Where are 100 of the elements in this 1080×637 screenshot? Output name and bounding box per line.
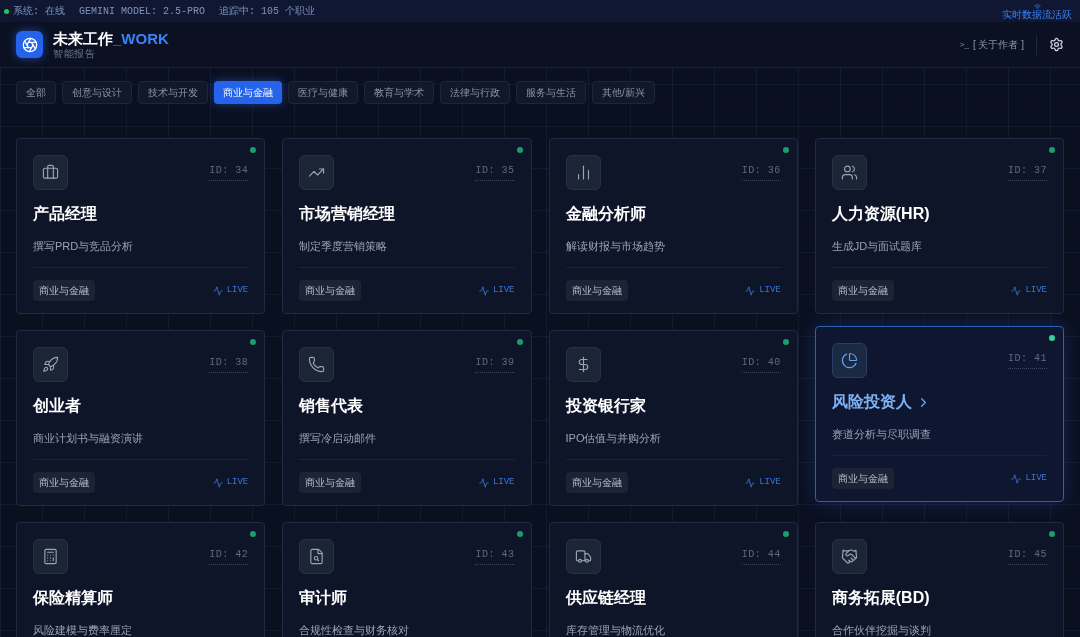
job-card[interactable]: ID: 38 创业者 商业计划书与融资演讲 商业与金融 LIVE	[16, 330, 266, 506]
category-tag: 商业与金融	[565, 280, 628, 301]
card-id: ID: 42	[209, 547, 249, 565]
card-title: 金融分析师	[565, 204, 646, 224]
job-card[interactable]: ID: 34 产品经理 撰写PRD与竞品分析 商业与金融 LIVE	[16, 138, 266, 314]
card-title: 审计师	[299, 588, 348, 608]
live-label: LIVE	[492, 475, 515, 489]
category-tab[interactable]: 医疗与健康	[288, 81, 358, 104]
job-card[interactable]: ID: 36 金融分析师 解读财报与市场趋势 商业与金融 LIVE	[548, 138, 798, 314]
job-card[interactable]: ID: 40 投资银行家 IPO估值与并购分析 商业与金融 LIVE	[548, 330, 798, 506]
card-id: ID: 38	[209, 355, 249, 373]
category-tab[interactable]: 全部	[16, 81, 56, 104]
card-description: 生成JD与面试题库	[831, 239, 924, 254]
about-author-link[interactable]: >_ [ 关于作者 ]	[959, 37, 1024, 52]
card-title: 供应链经理	[565, 588, 646, 608]
aperture-icon	[21, 36, 38, 53]
job-card[interactable]: ID: 37 人力资源(HR) 生成JD与面试题库 商业与金融 LIVE	[814, 138, 1064, 314]
live-label: LIVE	[759, 283, 781, 297]
card-id: ID: 37	[1008, 163, 1047, 181]
stream-status: 实时数据流活跃	[1002, 9, 1072, 20]
card-title: 投资银行家	[565, 396, 646, 416]
app-subtitle: 智能报告	[53, 48, 96, 59]
card-description: 合作伙伴挖掘与谈判	[831, 623, 932, 637]
pulse-icon	[478, 477, 489, 488]
category-tag: 商业与金融	[33, 280, 95, 301]
category-tag: 商业与金融	[831, 280, 894, 301]
category-tab[interactable]: 其他/新兴	[592, 81, 655, 104]
card-title: 创业者	[33, 396, 81, 416]
pulse-icon	[1011, 473, 1022, 484]
card-id: ID: 35	[475, 163, 515, 181]
card-id: ID: 34	[209, 163, 249, 181]
category-tab[interactable]: 创意与设计	[62, 81, 132, 104]
status-text: 追踪中: 105 个职业	[219, 4, 316, 19]
card-id: ID: 41	[1008, 351, 1047, 369]
file-search-icon	[308, 548, 326, 565]
wifi-icon	[1033, 2, 1041, 10]
job-card[interactable]: ID: 35 市场营销经理 制定季度营销策略 商业与金融 LIVE	[282, 138, 532, 314]
live-label: LIVE	[226, 283, 249, 297]
card-description: 库存管理与物流优化	[565, 623, 666, 637]
users-icon	[840, 164, 858, 181]
card-title: 人力资源(HR)	[831, 204, 930, 224]
job-card[interactable]: ID: 45 商务拓展(BD) 合作伙伴挖掘与谈判	[814, 522, 1064, 637]
card-id: ID: 43	[475, 547, 515, 565]
status-text: GEMINI MODEL: 2.5-PRO	[79, 4, 206, 19]
category-tag: 商业与金融	[565, 472, 628, 493]
card-title: 风险投资人	[831, 392, 912, 412]
category-tab[interactable]: 商业与金融	[214, 81, 282, 104]
category-tag: 商业与金融	[299, 472, 362, 493]
card-id: ID: 36	[741, 163, 781, 181]
settings-icon[interactable]	[1049, 37, 1064, 52]
live-label: LIVE	[1025, 471, 1047, 485]
live-label: LIVE	[759, 475, 781, 489]
card-description: 风险建模与费率厘定	[33, 623, 133, 637]
category-tab[interactable]: 技术与开发	[138, 81, 208, 104]
card-description: IPO估值与并购分析	[565, 431, 663, 446]
category-tag: 商业与金融	[33, 472, 95, 493]
rocket-icon	[42, 356, 59, 373]
card-id: ID: 40	[741, 355, 781, 373]
pulse-icon	[745, 285, 756, 296]
pie-chart-icon	[840, 352, 858, 369]
card-title: 市场营销经理	[299, 204, 396, 224]
card-description: 制定季度营销策略	[299, 239, 389, 254]
category-tab[interactable]: 教育与学术	[364, 81, 434, 104]
pulse-icon	[478, 285, 489, 296]
card-description: 合规性检查与财务核对	[299, 623, 411, 637]
pulse-icon	[212, 285, 223, 296]
live-label: LIVE	[492, 283, 515, 297]
card-description: 赛道分析与尽职调查	[831, 427, 932, 442]
card-description: 商业计划书与融资演讲	[33, 431, 144, 446]
card-title: 保险精算师	[33, 588, 113, 608]
card-description: 撰写冷启动邮件	[299, 431, 378, 446]
job-card[interactable]: ID: 39 销售代表 撰写冷启动邮件 商业与金融 LIVE	[282, 330, 532, 506]
card-title: 销售代表	[299, 396, 364, 416]
app-title: 未来工作_WORK	[53, 30, 169, 49]
pulse-icon	[1011, 285, 1022, 296]
status-text: 系统: 在线	[13, 4, 65, 19]
briefcase-icon	[42, 164, 59, 181]
card-id: ID: 45	[1008, 547, 1047, 565]
card-title: 产品经理	[33, 204, 97, 224]
handshake-icon	[840, 548, 858, 565]
category-tab[interactable]: 法律与行政	[440, 81, 510, 104]
live-label: LIVE	[1025, 283, 1047, 297]
job-card[interactable]: ID: 43 审计师 合规性检查与财务核对	[282, 522, 532, 637]
card-description: 解读财报与市场趋势	[565, 239, 666, 254]
card-id: ID: 39	[475, 355, 515, 373]
card-description: 撰写PRD与竞品分析	[33, 239, 135, 254]
category-tag: 商业与金融	[299, 280, 362, 301]
live-label: LIVE	[226, 475, 249, 489]
phone-icon	[308, 356, 326, 373]
job-card[interactable]: ID: 41 风险投资人 赛道分析与尽职调查 商业与金融 LIVE	[814, 326, 1064, 502]
category-tag: 商业与金融	[831, 468, 894, 489]
pulse-icon	[212, 477, 223, 488]
calculator-icon	[42, 548, 59, 565]
category-tab[interactable]: 服务与生活	[516, 81, 586, 104]
card-title: 商务拓展(BD)	[831, 588, 930, 608]
truck-icon	[574, 548, 592, 565]
job-card[interactable]: ID: 42 保险精算师 风险建模与费率厘定	[16, 522, 266, 637]
job-card[interactable]: ID: 44 供应链经理 库存管理与物流优化	[548, 522, 798, 637]
pulse-icon	[745, 477, 756, 488]
card-id: ID: 44	[741, 547, 781, 565]
